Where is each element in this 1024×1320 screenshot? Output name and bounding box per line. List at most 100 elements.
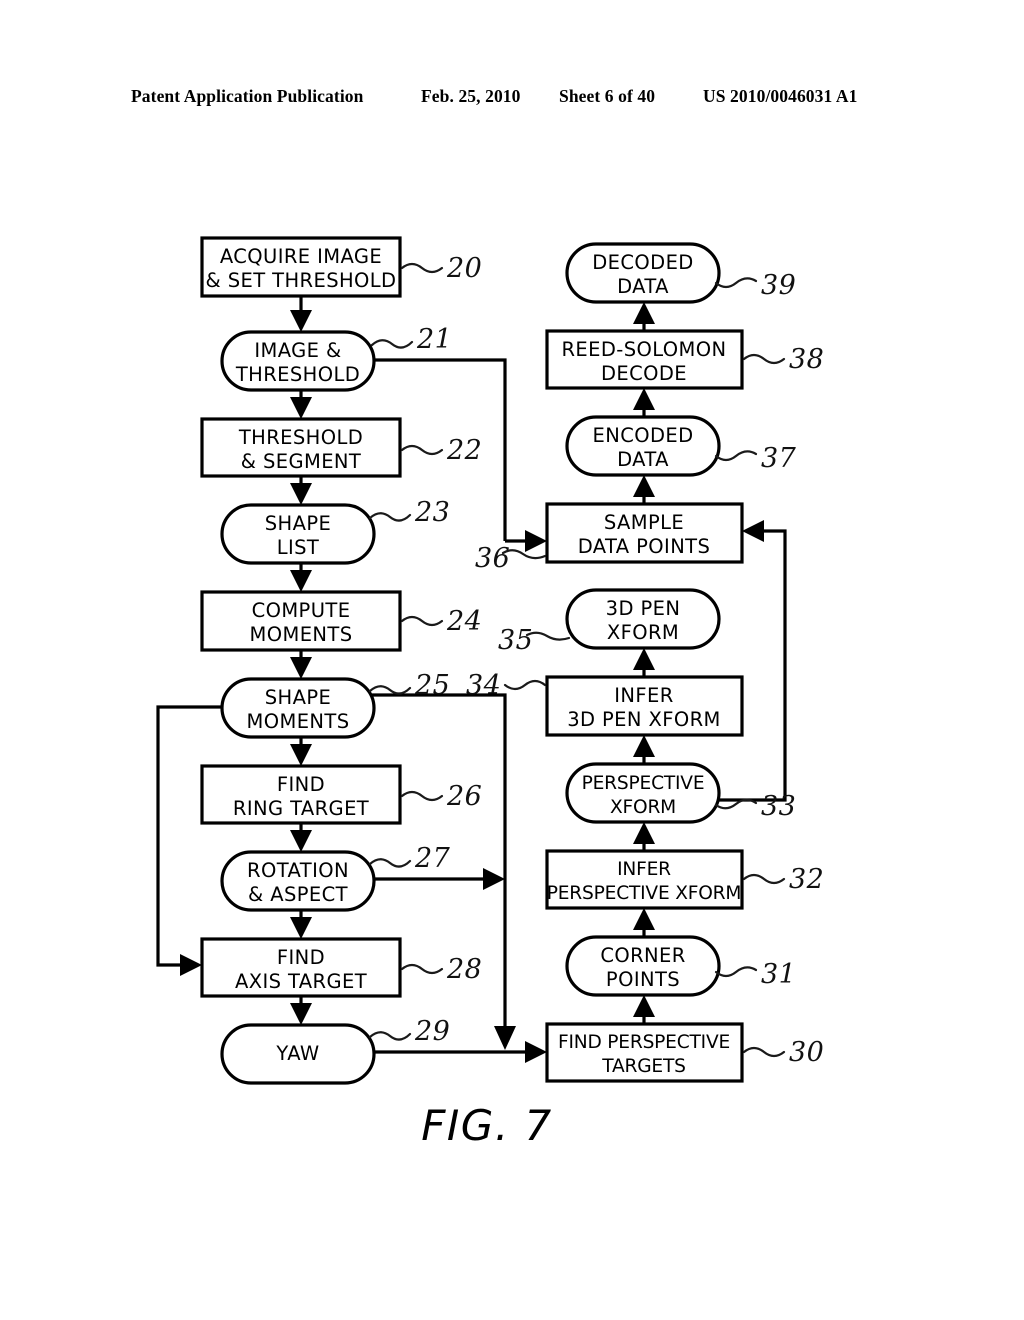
ref-leader-37: 37 <box>714 443 797 474</box>
node-22-label-line1: THRESHOLD <box>238 426 363 449</box>
node-33-label-line1: PERSPECTIVE <box>582 773 705 794</box>
edge-34-to-35 <box>633 648 655 677</box>
node-23-label-line1: SHAPE <box>265 512 331 535</box>
node-25-label-line2: MOMENTS <box>247 710 350 733</box>
node-32-infer-perspective-xform[interactable]: INFER PERSPECTIVE XFORM <box>545 849 744 910</box>
ref-leader-26: 26 <box>400 781 482 812</box>
node-25-label-line1: SHAPE <box>265 686 331 709</box>
ref-leader-33: 33 <box>714 791 796 822</box>
node-24-label-line2: MOMENTS <box>250 623 353 646</box>
ref-leader-29: 29 <box>368 1016 450 1047</box>
node-37-label-line1: ENCODED <box>592 424 693 447</box>
ref-leader-22: 22 <box>400 435 482 466</box>
node-22-threshold-segment[interactable]: THRESHOLD & SEGMENT <box>200 417 402 478</box>
node-37-encoded-data[interactable]: ENCODED DATA <box>565 415 721 477</box>
edge-22-to-23 <box>290 476 312 505</box>
node-36-label-line1: SAMPLE <box>604 511 684 534</box>
node-35-3d-pen-xform[interactable]: 3D PEN XFORM <box>565 588 721 650</box>
node-33-label-line2: XFORM <box>610 797 676 818</box>
edge-25-to-28-feedback <box>156 705 222 976</box>
node-27-label-line1: ROTATION <box>247 859 349 882</box>
node-21-image-threshold[interactable]: IMAGE & THRESHOLD <box>220 330 376 392</box>
node-22-label-line2: & SEGMENT <box>241 450 361 473</box>
ref-leader-28: 28 <box>400 954 482 985</box>
node-27-label-line2: & ASPECT <box>248 883 348 906</box>
node-34-infer-3d-pen-xform[interactable]: INFER 3D PEN XFORM <box>545 675 744 737</box>
node-20-label-line1: ACQUIRE IMAGE <box>220 245 382 268</box>
ref-leader-36: 36 <box>475 543 547 574</box>
ref-leader-21: 21 <box>370 324 452 355</box>
ref-leader-38: 38 <box>742 344 824 375</box>
node-29-label-line1: YAW <box>275 1042 319 1065</box>
node-27-rotation-aspect[interactable]: ROTATION & ASPECT <box>220 850 376 912</box>
edge-27-to-28 <box>290 910 312 939</box>
node-34-label-line2: 3D PEN XFORM <box>567 708 721 731</box>
ref-number-23: 23 <box>414 497 450 528</box>
node-36-sample-data-points[interactable]: SAMPLE DATA POINTS <box>545 502 744 564</box>
node-26-find-ring-target[interactable]: FIND RING TARGET <box>200 764 402 825</box>
node-31-label-line2: POINTS <box>606 968 680 991</box>
ref-leader-39: 39 <box>714 270 796 301</box>
ref-number-30: 30 <box>789 1037 824 1068</box>
node-21-label-line1: IMAGE & <box>254 339 341 362</box>
node-39-decoded-data[interactable]: DECODED DATA <box>565 242 721 304</box>
node-39-label-line1: DECODED <box>592 251 693 274</box>
ref-number-27: 27 <box>414 843 451 874</box>
ref-number-35: 35 <box>498 625 533 656</box>
edge-30-to-31 <box>633 995 655 1024</box>
node-21-label-line2: THRESHOLD <box>235 363 360 386</box>
ref-number-25: 25 <box>414 670 450 701</box>
node-24-compute-moments[interactable]: COMPUTE MOMENTS <box>200 590 402 652</box>
edge-38-to-39 <box>633 302 655 331</box>
node-31-corner-points[interactable]: CORNER POINTS <box>565 935 721 997</box>
node-30-label-line2: TARGETS <box>601 1056 685 1077</box>
node-30-find-perspective-targets[interactable]: FIND PERSPECTIVE TARGETS <box>545 1022 744 1083</box>
edge-37-to-38 <box>633 388 655 417</box>
ref-number-37: 37 <box>761 443 797 474</box>
node-38-label-line1: REED-SOLOMON <box>561 338 726 361</box>
node-31-label-line1: CORNER <box>600 944 685 967</box>
ref-leader-32: 32 <box>742 864 824 895</box>
node-32-label-line1: INFER <box>617 859 671 880</box>
node-33-perspective-xform[interactable]: PERSPECTIVE XFORM <box>565 762 721 824</box>
ref-number-28: 28 <box>446 954 482 985</box>
ref-leader-31: 31 <box>714 959 796 990</box>
patent-figure-page: Patent Application Publication Feb. 25, … <box>0 0 1024 1320</box>
node-29-yaw[interactable]: YAW <box>220 1023 376 1085</box>
ref-number-39: 39 <box>761 270 796 301</box>
node-35-label-line2: XFORM <box>607 621 679 644</box>
edge-33-to-34 <box>633 735 655 764</box>
ref-leader-20: 20 <box>400 253 482 284</box>
edge-23-to-24 <box>290 563 312 592</box>
edge-25-to-26 <box>290 737 312 766</box>
ref-number-24: 24 <box>446 606 482 637</box>
ref-number-21: 21 <box>416 324 452 355</box>
edge-24-to-25 <box>290 650 312 679</box>
ref-number-33: 33 <box>761 791 796 822</box>
node-28-find-axis-target[interactable]: FIND AXIS TARGET <box>200 937 402 998</box>
node-20-acquire-image-set-threshold[interactable]: ACQUIRE IMAGE & SET THRESHOLD <box>200 236 402 298</box>
ref-number-29: 29 <box>414 1016 450 1047</box>
node-23-shape-list[interactable]: SHAPE LIST <box>220 503 376 565</box>
node-38-label-line2: DECODE <box>601 362 687 385</box>
node-28-label-line1: FIND <box>277 946 325 969</box>
ref-number-20: 20 <box>446 253 482 284</box>
node-24-label-line1: COMPUTE <box>252 599 351 622</box>
ref-number-22: 22 <box>446 435 482 466</box>
node-32-label-line2: PERSPECTIVE XFORM <box>547 883 741 904</box>
ref-leader-30: 30 <box>742 1037 824 1068</box>
node-37-label-line2: DATA <box>617 448 669 471</box>
node-38-reed-solomon-decode[interactable]: REED-SOLOMON DECODE <box>545 329 744 390</box>
node-30-label-line1: FIND PERSPECTIVE <box>558 1032 730 1053</box>
node-25-shape-moments[interactable]: SHAPE MOMENTS <box>220 677 376 739</box>
node-26-label-line2: RING TARGET <box>233 797 369 820</box>
ref-leader-35: 35 <box>498 625 571 656</box>
ref-number-32: 32 <box>789 864 824 895</box>
ref-number-26: 26 <box>446 781 482 812</box>
node-39-label-line2: DATA <box>617 275 669 298</box>
node-35-label-line1: 3D PEN <box>606 597 681 620</box>
edge-31-to-32 <box>633 908 655 937</box>
ref-number-34: 34 <box>466 670 501 701</box>
edge-28-to-29 <box>290 996 312 1025</box>
ref-leader-23: 23 <box>368 497 450 528</box>
